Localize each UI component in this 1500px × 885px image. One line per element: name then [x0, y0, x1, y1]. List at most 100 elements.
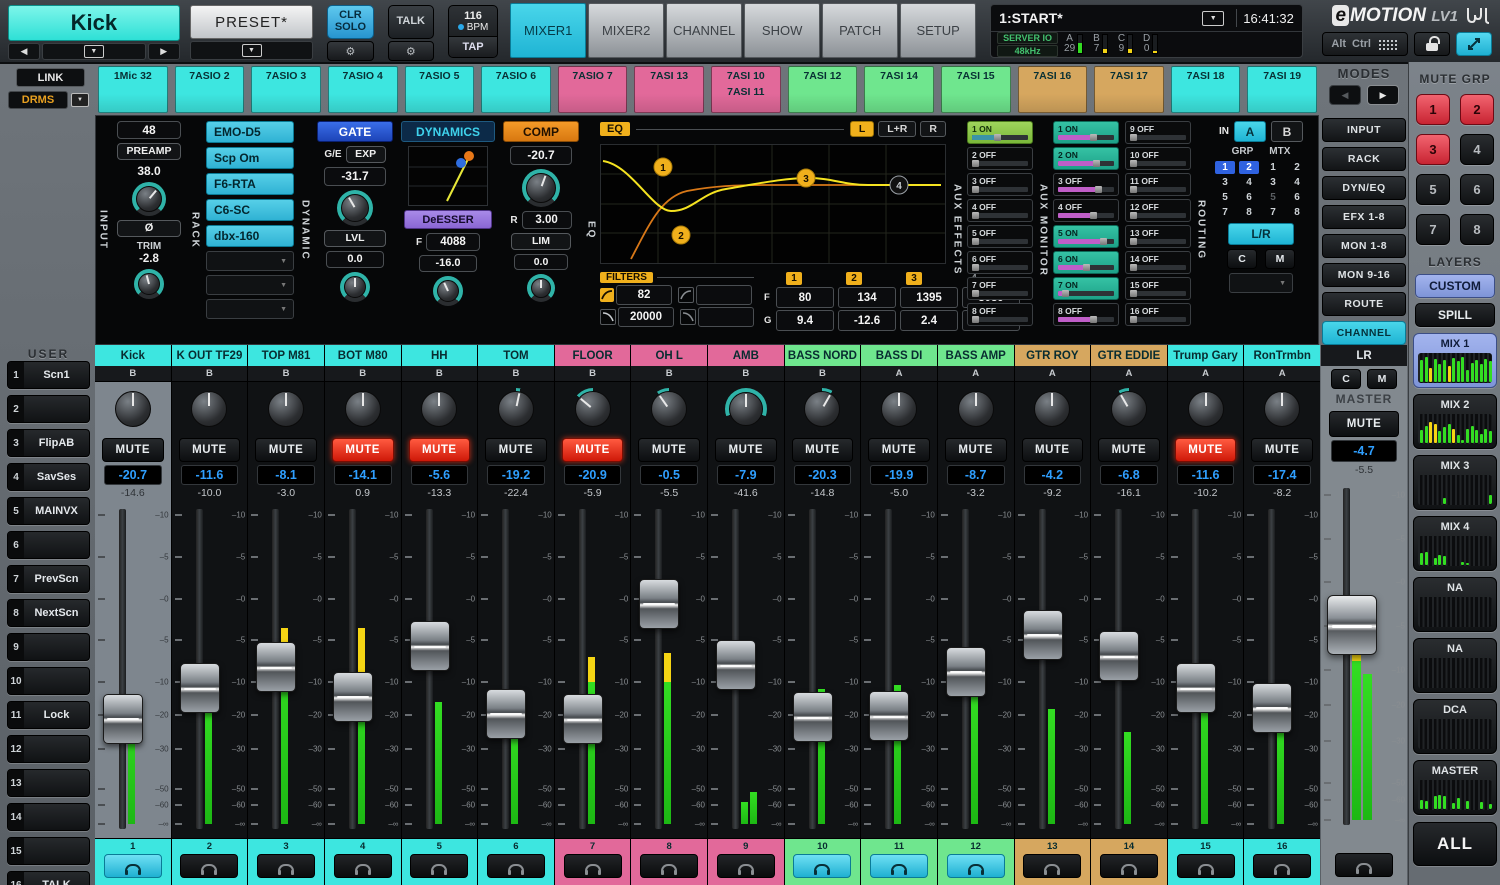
channel-name[interactable]: HH: [402, 345, 478, 366]
fader-handle[interactable]: [1099, 631, 1139, 681]
all-layer-button[interactable]: ALL: [1413, 822, 1497, 866]
channel-source[interactable]: B: [325, 366, 401, 382]
cue-button[interactable]: [1023, 854, 1081, 878]
link-button[interactable]: LINK: [16, 68, 85, 87]
lr-assign-button[interactable]: L/R: [1228, 223, 1294, 245]
aux-send-4[interactable]: 4 OFF: [967, 199, 1033, 222]
gate-threshold-value[interactable]: -31.7: [324, 167, 386, 186]
mute-button[interactable]: MUTE: [868, 438, 930, 462]
channel-name[interactable]: BASS DI: [861, 345, 937, 366]
deesser-button[interactable]: DeESSER: [404, 210, 492, 229]
fader-track[interactable]: [1268, 509, 1275, 829]
channel-name[interactable]: Kick: [95, 345, 171, 366]
aux-send-2[interactable]: 2 OFF: [967, 147, 1033, 170]
aux-send-handle[interactable]: [1130, 212, 1137, 219]
cue-button[interactable]: [870, 854, 928, 878]
aux-send-handle[interactable]: [972, 290, 979, 297]
eq-band-chip[interactable]: 1: [786, 272, 802, 285]
mute-button[interactable]: MUTE: [1251, 438, 1313, 462]
mute-button[interactable]: MUTE: [102, 438, 164, 462]
mute-button[interactable]: MUTE: [1175, 438, 1237, 462]
input-patch-label[interactable]: 7ASI 16: [1018, 66, 1088, 113]
input-patch-label[interactable]: 7ASI 15: [941, 66, 1011, 113]
channel-name[interactable]: BASS AMP: [938, 345, 1014, 366]
fader-value[interactable]: -20.3: [794, 465, 852, 485]
aux-send-9[interactable]: 9 OFF: [1125, 121, 1191, 144]
mute-button[interactable]: MUTE: [409, 438, 471, 462]
mute-button[interactable]: MUTE: [179, 438, 241, 462]
talk-button[interactable]: TALK: [388, 5, 434, 39]
rack-slot[interactable]: Scp Om: [206, 147, 294, 169]
layer-button-dca[interactable]: DCA: [1413, 699, 1497, 754]
cue-button[interactable]: [334, 854, 392, 878]
mute-button[interactable]: MUTE: [945, 438, 1007, 462]
cue-button[interactable]: [564, 854, 622, 878]
grp-assign-2[interactable]: 2: [1239, 161, 1259, 174]
cue-button[interactable]: [1100, 854, 1158, 878]
input-patch-label[interactable]: 7ASI 18: [1171, 66, 1241, 113]
input-b-button[interactable]: B: [1271, 121, 1303, 142]
mode-button-rack[interactable]: RACK: [1322, 147, 1406, 171]
next-channel-button[interactable]: ▶: [148, 43, 180, 60]
mode-button-efx-1-8[interactable]: EFX 1-8: [1322, 205, 1406, 229]
aux-send-slider[interactable]: [1130, 213, 1186, 218]
gate-lvl-value[interactable]: 0.0: [326, 251, 384, 268]
fader-value[interactable]: -5.6: [411, 465, 469, 485]
layer-button-na[interactable]: NA: [1413, 577, 1497, 632]
pan-knob[interactable]: [1108, 388, 1150, 430]
user-key-11[interactable]: 11Lock: [7, 701, 90, 729]
fader-handle[interactable]: [1252, 683, 1292, 733]
mute-button[interactable]: MUTE: [1022, 438, 1084, 462]
fader-track[interactable]: [1343, 488, 1350, 825]
user-key-2[interactable]: 2: [7, 395, 90, 423]
aux-send-3[interactable]: 3 OFF: [967, 173, 1033, 196]
lpf2-icon[interactable]: [680, 309, 696, 325]
aux-send-handle[interactable]: [972, 316, 979, 323]
cue-button[interactable]: [257, 854, 315, 878]
eq-bus-l[interactable]: L: [850, 121, 874, 137]
mtx-assign-3[interactable]: 3: [1263, 176, 1283, 189]
lock-button[interactable]: [1414, 32, 1450, 56]
comp-threshold-knob[interactable]: [522, 169, 560, 207]
input-patch-label[interactable]: 7ASIO 2: [175, 66, 245, 113]
fader-track[interactable]: [655, 509, 662, 829]
cue-button[interactable]: [1177, 854, 1235, 878]
aux-send-11[interactable]: 11 OFF: [1125, 173, 1191, 196]
channel-name[interactable]: GTR EDDIE: [1091, 345, 1167, 366]
aux-send-handle[interactable]: [1090, 212, 1097, 219]
cue-button[interactable]: [717, 854, 775, 878]
custom-layer-button[interactable]: CUSTOM: [1415, 274, 1495, 298]
aux-send-slider[interactable]: [1058, 135, 1114, 140]
channel-name[interactable]: K OUT TF29: [172, 345, 248, 366]
pan-knob[interactable]: [418, 388, 460, 430]
channel-source[interactable]: A: [1244, 366, 1320, 382]
mtx-assign-4[interactable]: 4: [1287, 176, 1307, 189]
aux-send-12[interactable]: 12 OFF: [1125, 199, 1191, 222]
fader-handle[interactable]: [1327, 595, 1377, 655]
fader-track[interactable]: [349, 509, 356, 829]
rack-slot-empty[interactable]: ▼: [206, 275, 294, 295]
user-key-15[interactable]: 15: [7, 837, 90, 865]
comp-threshold-value[interactable]: -20.7: [510, 146, 572, 165]
mode-button-mon-9-16[interactable]: MON 9-16: [1322, 263, 1406, 287]
fader-handle[interactable]: [103, 694, 143, 744]
aux-send-handle[interactable]: [1130, 186, 1137, 193]
clr-solo-settings-button[interactable]: ⚙: [327, 41, 373, 61]
layer-button-mix-1[interactable]: MIX 1: [1413, 333, 1497, 388]
aux-send-slider[interactable]: [1130, 291, 1186, 296]
fader-handle[interactable]: [333, 672, 373, 722]
layer-button-na[interactable]: NA: [1413, 638, 1497, 693]
user-key-14[interactable]: 14: [7, 803, 90, 831]
fader-value[interactable]: -17.4: [1253, 465, 1311, 485]
grp-assign-3[interactable]: 3: [1215, 176, 1235, 189]
lpf2-freq-value[interactable]: [698, 307, 754, 327]
mtx-assign-1[interactable]: 1: [1263, 161, 1283, 174]
digital-gain-value[interactable]: 48: [117, 121, 181, 139]
grp-assign-8[interactable]: 8: [1239, 206, 1259, 219]
user-key-10[interactable]: 10: [7, 667, 90, 695]
prev-channel-button[interactable]: ◀: [8, 43, 40, 60]
keyboard-shortcuts-button[interactable]: AltCtrl: [1322, 32, 1408, 56]
user-key-8[interactable]: 8NextScn: [7, 599, 90, 627]
input-patch-label[interactable]: 7ASIO 3: [251, 66, 321, 113]
mute-button[interactable]: MUTE: [485, 438, 547, 462]
